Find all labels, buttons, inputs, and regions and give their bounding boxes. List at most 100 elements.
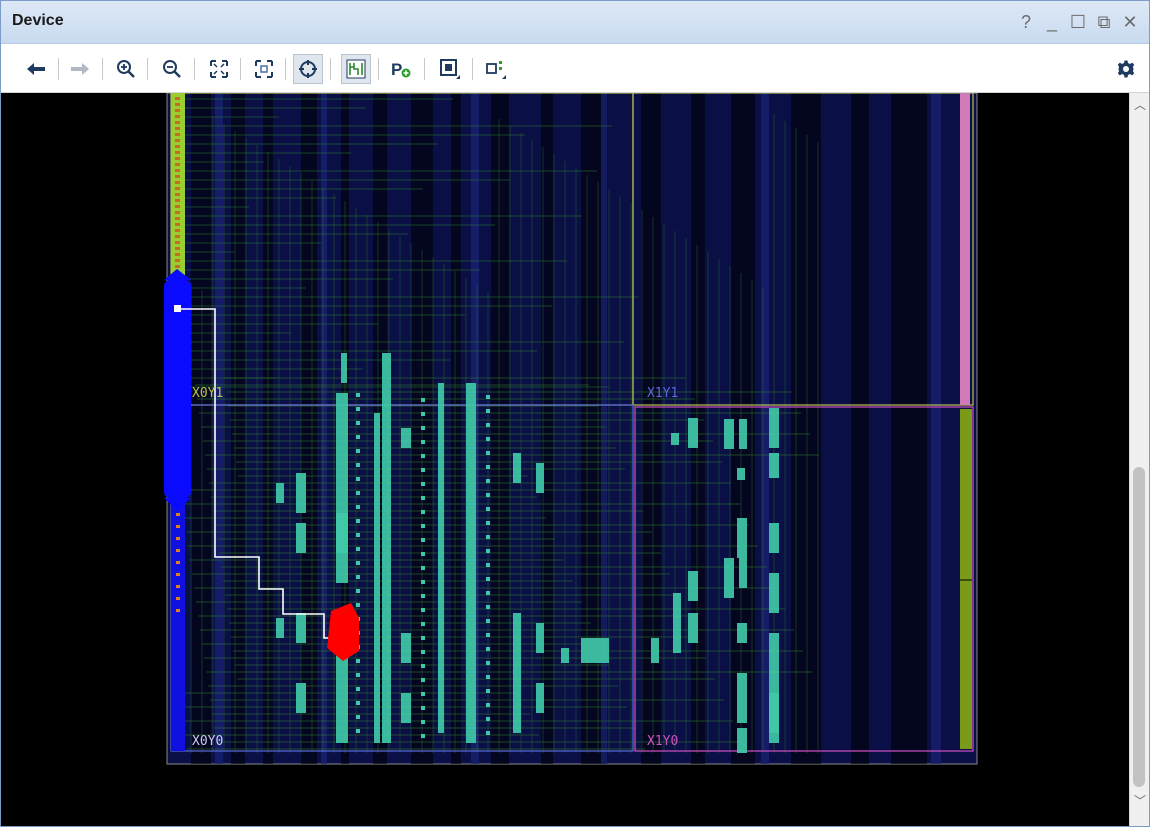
- io-pin: [175, 247, 180, 250]
- logic-cell: [581, 638, 609, 663]
- logic-cell: [737, 468, 745, 480]
- right-column-pink: [960, 93, 970, 405]
- logic-cell: [739, 558, 747, 588]
- logic-cell: [486, 395, 490, 399]
- device-window: Device ? _ ☐ ⧉ ✕ P X0Y1 X1Y1 X0Y0 X1Y0 ︿…: [0, 0, 1150, 827]
- logic-cell: [421, 412, 425, 416]
- forward-button[interactable]: [65, 54, 95, 84]
- io-pin: [176, 549, 180, 552]
- logic-cell: [737, 673, 747, 723]
- logic-cell: [769, 573, 779, 613]
- zoom-in-button[interactable]: [111, 54, 141, 84]
- scrollbar-thumb[interactable]: [1133, 467, 1145, 787]
- io-pin: [175, 97, 180, 100]
- logic-cell: [356, 505, 360, 509]
- routing-resources-button[interactable]: [341, 54, 371, 84]
- close-icon[interactable]: ✕: [1117, 9, 1143, 35]
- window-title: Device: [12, 12, 64, 29]
- logic-cell: [486, 577, 490, 581]
- io-pin: [175, 133, 180, 136]
- region-label-x0y0: X0Y0: [192, 734, 223, 749]
- logic-cell: [421, 426, 425, 430]
- logic-cell: [421, 482, 425, 486]
- fabric-column: [931, 93, 941, 764]
- logic-cell: [296, 683, 306, 713]
- logic-cell: [486, 493, 490, 497]
- arrow-right-icon: [71, 63, 89, 75]
- logic-cell: [356, 491, 360, 495]
- logic-cell: [356, 589, 360, 593]
- io-pin: [175, 193, 180, 196]
- scroll-down-icon[interactable]: ﹀: [1133, 793, 1147, 808]
- logic-cell: [421, 622, 425, 626]
- fabric-column: [301, 93, 317, 764]
- logic-cell: [688, 571, 698, 601]
- logic-cell: [421, 664, 425, 668]
- highlight-button[interactable]: [481, 54, 511, 84]
- logic-cell: [769, 408, 779, 448]
- io-pin: [175, 223, 180, 226]
- logic-cell: [486, 591, 490, 595]
- logic-cell: [486, 689, 490, 693]
- logic-cell: [486, 619, 490, 623]
- io-pin: [176, 561, 180, 564]
- logic-cell: [374, 413, 380, 743]
- restore-icon[interactable]: ⧉: [1091, 9, 1117, 35]
- settings-button[interactable]: [1111, 54, 1141, 84]
- logic-cell: [421, 692, 425, 696]
- logic-cell: [421, 608, 425, 612]
- logic-cell: [486, 647, 490, 651]
- logic-cell: [421, 524, 425, 528]
- logic-cell: [356, 547, 360, 551]
- logic-cell: [276, 618, 284, 638]
- draw-pblock-button[interactable]: [435, 54, 465, 84]
- logic-cell: [513, 453, 521, 483]
- vertical-scrollbar[interactable]: ︿ ﹀: [1129, 93, 1149, 826]
- gear-icon: [1117, 60, 1135, 78]
- fabric-column: [891, 93, 927, 764]
- logic-cell: [737, 623, 747, 643]
- logic-cell: [421, 454, 425, 458]
- io-pin: [175, 199, 180, 202]
- io-pin: [176, 609, 180, 612]
- maximize-icon[interactable]: ☐: [1065, 9, 1091, 35]
- logic-cell: [671, 433, 679, 445]
- scroll-up-icon[interactable]: ︿: [1133, 97, 1147, 112]
- io-pin: [175, 217, 180, 220]
- minimize-icon[interactable]: _: [1039, 9, 1065, 35]
- logic-cell: [486, 703, 490, 707]
- logic-cell: [486, 661, 490, 665]
- logic-cell: [536, 683, 544, 713]
- logic-cell: [276, 483, 284, 503]
- toolbar-separator: [194, 58, 195, 80]
- auto-fit-selection-button[interactable]: [293, 54, 323, 84]
- region-label-x1y1: X1Y1: [647, 386, 678, 401]
- rectangle-icon: [440, 59, 460, 79]
- logic-cell: [486, 605, 490, 609]
- zoom-out-button[interactable]: [157, 54, 187, 84]
- logic-cell: [486, 479, 490, 483]
- help-icon[interactable]: ?: [1013, 9, 1039, 35]
- logic-cell: [486, 423, 490, 427]
- io-pin: [175, 163, 180, 166]
- logic-cell: [421, 468, 425, 472]
- logic-cell: [486, 563, 490, 567]
- logic-cell: [486, 437, 490, 441]
- logic-cell: [356, 701, 360, 705]
- logic-cell: [739, 419, 747, 449]
- fabric-column: [761, 93, 769, 764]
- back-button[interactable]: [21, 54, 51, 84]
- fabric-column: [791, 93, 821, 764]
- zoom-selected-button[interactable]: [249, 54, 279, 84]
- logic-cell: [421, 398, 425, 402]
- io-pin: [176, 525, 180, 528]
- logic-cell: [438, 383, 444, 733]
- zoom-out-icon: [163, 60, 181, 78]
- logic-cell: [356, 519, 360, 523]
- create-pblock-button[interactable]: P: [386, 54, 416, 84]
- device-fabric-view[interactable]: X0Y1 X1Y1 X0Y0 X1Y0: [1, 93, 1129, 826]
- zoom-fit-button[interactable]: [204, 54, 234, 84]
- fabric-column: [215, 93, 223, 764]
- device-canvas[interactable]: X0Y1 X1Y1 X0Y0 X1Y0: [1, 93, 1129, 826]
- logic-cell: [769, 523, 779, 553]
